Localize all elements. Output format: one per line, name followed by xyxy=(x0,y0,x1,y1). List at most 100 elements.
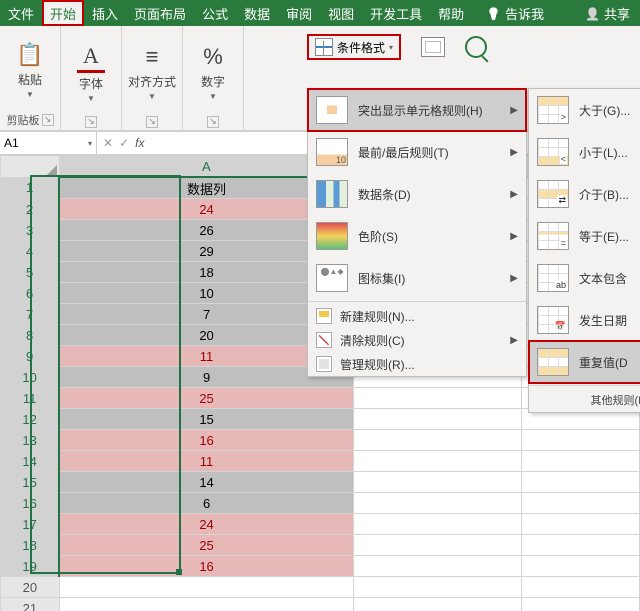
find-icon[interactable] xyxy=(465,36,487,58)
cell[interactable] xyxy=(353,514,522,535)
menu-manage-rules[interactable]: 管理规则(R)... xyxy=(308,352,526,376)
row-header[interactable]: 2 xyxy=(1,199,60,220)
cell[interactable] xyxy=(353,577,522,598)
cell[interactable]: 25 xyxy=(59,388,353,409)
row-header[interactable]: 20 xyxy=(1,577,60,598)
cell[interactable] xyxy=(522,430,640,451)
cell[interactable] xyxy=(353,451,522,472)
submenu-text-contains[interactable]: ab 文本包含 xyxy=(529,257,640,299)
menu-data-bars[interactable]: 数据条(D) ▶ xyxy=(308,173,526,215)
menu-new-rule[interactable]: 新建规则(N)... xyxy=(308,304,526,328)
submenu-between[interactable]: ⇄ 介于(B)... xyxy=(529,173,640,215)
cell[interactable] xyxy=(522,535,640,556)
alignment-button[interactable]: ≡ 对齐方式 ▼ xyxy=(128,41,176,103)
row-header[interactable]: 13 xyxy=(1,430,60,451)
row-header[interactable]: 18 xyxy=(1,535,60,556)
tell-me[interactable]: 告诉我 xyxy=(478,0,552,26)
row-header[interactable]: 17 xyxy=(1,514,60,535)
format-table-icon[interactable] xyxy=(421,37,445,57)
row-header[interactable]: 9 xyxy=(1,346,60,367)
new-rule-icon xyxy=(316,308,332,324)
menu-icon-sets[interactable]: 图标集(I) ▶ xyxy=(308,257,526,299)
select-all-corner[interactable] xyxy=(1,156,60,178)
row-header[interactable]: 16 xyxy=(1,493,60,514)
cell[interactable] xyxy=(353,556,522,577)
row-header[interactable]: 7 xyxy=(1,304,60,325)
cell[interactable] xyxy=(522,556,640,577)
cell[interactable]: 6 xyxy=(59,493,353,514)
tab-insert[interactable]: 插入 xyxy=(84,0,126,26)
cell[interactable] xyxy=(522,577,640,598)
tab-page-layout[interactable]: 页面布局 xyxy=(126,0,194,26)
cell[interactable]: 24 xyxy=(59,514,353,535)
font-button[interactable]: A 字体 ▼ xyxy=(67,41,115,103)
tab-view[interactable]: 视图 xyxy=(320,0,362,26)
row-header[interactable]: 4 xyxy=(1,241,60,262)
cell[interactable] xyxy=(522,598,640,611)
tab-developer[interactable]: 开发工具 xyxy=(362,0,430,26)
menu-top-bottom-rules[interactable]: 最前/最后规则(T) ▶ xyxy=(308,131,526,173)
cell[interactable] xyxy=(353,430,522,451)
enter-icon[interactable]: ✓ xyxy=(119,136,129,150)
tab-home[interactable]: 开始 xyxy=(42,0,84,26)
tab-review[interactable]: 审阅 xyxy=(278,0,320,26)
row-header[interactable]: 14 xyxy=(1,451,60,472)
row-header[interactable]: 21 xyxy=(1,598,60,611)
cell[interactable]: 25 xyxy=(59,535,353,556)
align-dialog-launcher[interactable]: ↘ xyxy=(146,116,158,128)
paste-button[interactable]: 📋 粘贴 ▼ xyxy=(6,39,54,101)
cell[interactable] xyxy=(353,472,522,493)
cell[interactable] xyxy=(353,535,522,556)
tab-file[interactable]: 文件 xyxy=(0,0,42,26)
cell[interactable] xyxy=(522,451,640,472)
row-header[interactable]: 11 xyxy=(1,388,60,409)
menu-highlight-cells-rules[interactable]: 突出显示单元格规则(H) ▶ xyxy=(308,89,526,131)
row-header[interactable]: 5 xyxy=(1,262,60,283)
cell[interactable]: 15 xyxy=(59,409,353,430)
submenu-greater-than[interactable]: > 大于(G)... xyxy=(529,89,640,131)
colorscale-icon xyxy=(316,222,348,250)
name-box[interactable]: A1 ▾ xyxy=(0,132,97,154)
cell[interactable] xyxy=(353,409,522,430)
submenu-duplicate-values[interactable]: 重复值(D xyxy=(529,341,640,383)
cell[interactable] xyxy=(522,472,640,493)
row-header[interactable]: 10 xyxy=(1,367,60,388)
cell[interactable] xyxy=(353,598,522,611)
submenu-more-rules[interactable]: 其他规则(M) xyxy=(529,388,640,412)
cell[interactable] xyxy=(59,598,353,611)
row-header[interactable]: 15 xyxy=(1,472,60,493)
submenu-date-occurring[interactable]: 📅 发生日期 xyxy=(529,299,640,341)
row-header[interactable]: 12 xyxy=(1,409,60,430)
conditional-formatting-button[interactable]: 条件格式 ▾ xyxy=(307,34,401,60)
row-header[interactable]: 6 xyxy=(1,283,60,304)
menu-clear-rules[interactable]: 清除规则(C) ▶ xyxy=(308,328,526,352)
number-dialog-launcher[interactable]: ↘ xyxy=(207,116,219,128)
share-button[interactable]: 共享 xyxy=(575,0,640,26)
cell[interactable] xyxy=(353,493,522,514)
cell[interactable] xyxy=(353,388,522,409)
number-button[interactable]: % 数字 ▼ xyxy=(189,41,237,103)
row-header[interactable]: 19 xyxy=(1,556,60,577)
row-header[interactable]: 3 xyxy=(1,220,60,241)
row-header[interactable]: 8 xyxy=(1,325,60,346)
submenu-equal-to[interactable]: = 等于(E)... xyxy=(529,215,640,257)
cell[interactable] xyxy=(522,514,640,535)
cancel-icon[interactable]: ✕ xyxy=(103,136,113,150)
cell[interactable]: 16 xyxy=(59,430,353,451)
duplicate-icon xyxy=(537,348,569,376)
tab-data[interactable]: 数据 xyxy=(236,0,278,26)
fx-icon[interactable]: fx xyxy=(135,136,144,150)
menu-label: 最前/最后规则(T) xyxy=(358,144,449,161)
cell[interactable]: 16 xyxy=(59,556,353,577)
cell[interactable]: 11 xyxy=(59,451,353,472)
tab-help[interactable]: 帮助 xyxy=(430,0,472,26)
submenu-less-than[interactable]: < 小于(L)... xyxy=(529,131,640,173)
font-dialog-launcher[interactable]: ↘ xyxy=(85,116,97,128)
cell[interactable]: 14 xyxy=(59,472,353,493)
tab-formulas[interactable]: 公式 xyxy=(194,0,236,26)
menu-color-scales[interactable]: 色阶(S) ▶ xyxy=(308,215,526,257)
clipboard-dialog-launcher[interactable]: ↘ xyxy=(42,114,54,126)
row-header[interactable]: 1 xyxy=(1,177,60,199)
cell[interactable] xyxy=(522,493,640,514)
cell[interactable] xyxy=(59,577,353,598)
